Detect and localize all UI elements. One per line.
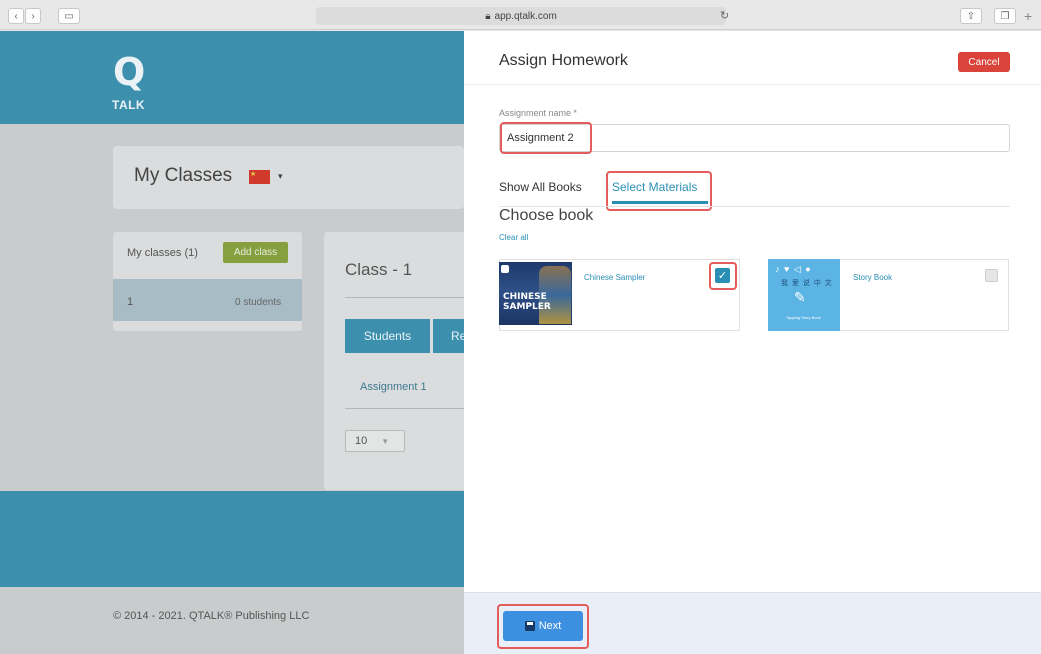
choose-book-title: Choose book [499, 207, 594, 224]
forward-icon[interactable]: › [25, 8, 41, 24]
tab-show-all-books[interactable]: Show All Books [499, 180, 582, 194]
add-class-button[interactable]: Add class [223, 242, 288, 263]
modal-title: Assign Homework [499, 52, 628, 69]
url-text: app.qtalk.com [494, 10, 557, 22]
class-number: 1 [127, 296, 134, 308]
clear-all-link[interactable]: Clear all [499, 233, 528, 242]
sidebar-icon[interactable]: ▭ [58, 8, 80, 24]
assignment-link[interactable]: Assignment 1 [360, 381, 427, 393]
logo-talk: TALK [112, 98, 146, 112]
active-tab-indicator [612, 201, 708, 204]
assignment-name-input[interactable] [499, 124, 1010, 152]
feather-icon: ✎ [794, 289, 806, 305]
tabs-icon[interactable]: ❐ [994, 8, 1016, 24]
divider [345, 408, 464, 409]
reload-icon[interactable]: ↻ [720, 9, 729, 22]
class-students-count: 0 students [235, 297, 282, 308]
check-icon: ✓ [717, 270, 728, 282]
share-icon[interactable]: ⇧ [960, 8, 982, 24]
china-flag-icon[interactable]: ★ [249, 170, 270, 184]
copyright-text: © 2014 - 2021. QTALK® Publishing LLC [113, 610, 310, 622]
cover-subtitle: Tapping Story Book [786, 315, 821, 320]
cover-title-line2: SAMPLER [503, 302, 551, 312]
divider [345, 297, 464, 298]
logo-q: Q [113, 50, 146, 94]
book-cover-story-book: ♪ ♥ ◁ ● 我 爱 说 中 文 ✎ Tapping Story Book [768, 259, 840, 331]
assignment-name-label: Assignment name * [499, 108, 578, 118]
tab-students[interactable]: Students [345, 319, 430, 353]
cover-chinese-title: 我 爱 说 中 文 [781, 280, 833, 287]
next-label: Next [538, 620, 562, 632]
site-header [0, 31, 464, 124]
save-icon [524, 621, 535, 631]
logo-icon [501, 265, 509, 273]
new-tab-icon[interactable]: + [1024, 8, 1032, 24]
book-name[interactable]: Chinese Sampler [584, 273, 645, 282]
book-name[interactable]: Story Book [853, 273, 892, 282]
address-bar[interactable]: 🔒︎ app.qtalk.com [316, 7, 726, 25]
classes-count-label: My classes (1) [127, 247, 198, 259]
cover-title-line1: CHINESE [503, 292, 547, 302]
page-size-select[interactable]: 10 ▼ [345, 430, 405, 452]
cancel-button[interactable]: Cancel [958, 52, 1010, 72]
class-title: Class - 1 [345, 260, 413, 279]
browser-toolbar: ‹ › ▭ 🔒︎ app.qtalk.com ↻ ⇧ ❐ + [0, 0, 1041, 30]
tab-select-materials[interactable]: Select Materials [612, 180, 697, 194]
chevron-down-icon[interactable]: ▾ [278, 171, 283, 182]
footer-band [0, 491, 464, 587]
divider [464, 84, 1041, 85]
next-button[interactable]: Next [503, 611, 583, 641]
page-title: My Classes [134, 165, 233, 186]
book-cover-chinese-sampler: CHINESE SAMPLER [499, 262, 572, 325]
cover-symbols-icon: ♪ ♥ ◁ ● [775, 264, 812, 274]
page-size-value: 10 [355, 435, 368, 447]
checkbox-unchecked[interactable] [985, 269, 998, 282]
tab-second[interactable]: Re [433, 319, 464, 353]
back-icon[interactable]: ‹ [8, 8, 24, 24]
checkbox-checked[interactable]: ✓ [715, 268, 730, 283]
lock-icon: 🔒︎ [485, 10, 491, 22]
chevron-down-icon: ▼ [381, 436, 390, 446]
